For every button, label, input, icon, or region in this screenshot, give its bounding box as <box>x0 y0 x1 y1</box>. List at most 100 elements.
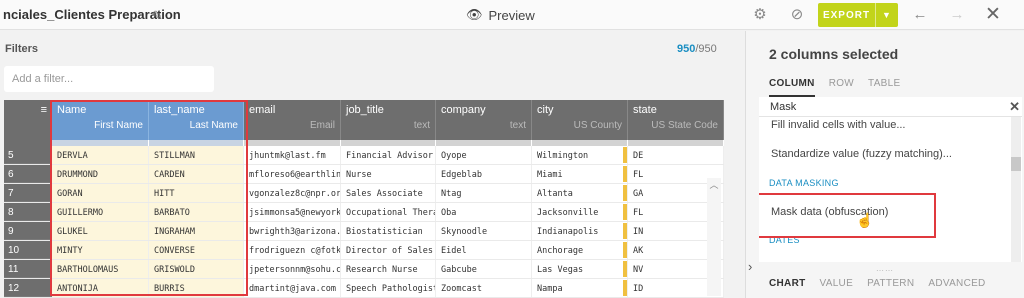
functions-panel: 2 columns selected COLUMN ROW TABLE Mask… <box>745 31 1024 298</box>
column-header[interactable]: company text <box>436 100 532 140</box>
table-cell[interactable]: bwrighth3@arizona.edu <box>244 222 341 240</box>
column-header[interactable]: city US County <box>532 100 628 140</box>
chevron-right-icon[interactable]: › <box>748 259 752 274</box>
row-count-shown: 950 <box>677 43 696 55</box>
row-index[interactable]: 5 <box>4 146 52 164</box>
table-cell[interactable]: Anchorage <box>532 241 628 259</box>
column-type: text <box>413 120 430 131</box>
row-index[interactable]: 10 <box>4 241 52 259</box>
clear-search-icon[interactable]: ✕ <box>1009 99 1020 115</box>
table-cell[interactable]: Nurse <box>341 165 436 183</box>
row-index[interactable]: 12 <box>4 279 52 297</box>
preview-label: Preview <box>488 7 535 23</box>
table-cell[interactable]: jpetersonnm@sohu.com <box>244 260 341 278</box>
table-cell[interactable]: Altanta <box>532 184 628 202</box>
invalid-value-marker <box>623 261 627 277</box>
edit-pencil-icon[interactable]: ✎ <box>152 8 166 23</box>
table-cell[interactable]: Miami <box>532 165 628 183</box>
close-icon[interactable]: ✕ <box>984 5 1002 24</box>
tab-row[interactable]: ROW <box>829 78 854 97</box>
panel-tabs: COLUMN ROW TABLE <box>769 78 900 97</box>
table-cell[interactable]: jhuntmk@last.fm <box>244 146 341 164</box>
export-chevron-down-icon[interactable]: ▼ <box>876 10 898 20</box>
column-header[interactable]: email Email <box>244 100 341 140</box>
table-cell[interactable]: Jacksonville <box>532 203 628 221</box>
table-cell[interactable]: Nampa <box>532 279 628 297</box>
column-header[interactable]: job_title text <box>341 100 436 140</box>
column-header[interactable]: state US State Code <box>628 100 724 140</box>
table-cell[interactable]: DE <box>628 146 724 164</box>
table-cell[interactable]: Research Nurse <box>341 260 436 278</box>
table-cell[interactable]: Skynoodle <box>436 222 532 240</box>
tab-value[interactable]: VALUE <box>820 278 854 289</box>
table-cell[interactable]: Wilmington <box>532 146 628 164</box>
table-cell[interactable]: dmartint@java.com <box>244 279 341 297</box>
row-index[interactable]: 8 <box>4 203 52 221</box>
column-name: company <box>441 104 486 116</box>
lookup-icon[interactable]: ⊘ <box>788 6 806 24</box>
table-cell[interactable]: Indianapolis <box>532 222 628 240</box>
eye-icon: 👁 <box>466 7 483 22</box>
table-cell[interactable]: Gabcube <box>436 260 532 278</box>
function-item-fill-invalid[interactable]: Fill invalid cells with value... <box>771 119 906 131</box>
row-index[interactable]: 6 <box>4 165 52 183</box>
export-button[interactable]: EXPORT ▼ <box>818 3 898 27</box>
table-cell[interactable]: Zoomcast <box>436 279 532 297</box>
add-filter-input[interactable]: Add a filter... <box>4 66 214 92</box>
undo-arrow-icon[interactable]: ← <box>911 6 929 24</box>
column-type: Email <box>309 120 335 131</box>
tab-column[interactable]: COLUMN <box>769 78 815 97</box>
row-index[interactable]: 9 <box>4 222 52 240</box>
tab-chart[interactable]: CHART <box>769 278 806 289</box>
filters-heading: Filters <box>5 43 39 55</box>
row-index[interactable]: 11 <box>4 260 52 278</box>
table-cell[interactable]: Occupational Therapist <box>341 203 436 221</box>
table-cell[interactable]: Ntag <box>436 184 532 202</box>
mask-data-highlight-box <box>759 193 936 238</box>
grid-scrollbar[interactable]: ︿ <box>707 178 721 296</box>
function-search-input[interactable]: Mask ✕ <box>759 97 1022 117</box>
tab-advanced[interactable]: ADVANCED <box>928 278 985 289</box>
invalid-value-marker <box>623 147 627 163</box>
scrollbar-thumb[interactable] <box>1011 157 1021 171</box>
table-cell[interactable]: Financial Advisor <box>341 146 436 164</box>
invalid-value-marker <box>623 185 627 201</box>
function-list-scrollbar[interactable] <box>1011 117 1021 262</box>
preview-toggle[interactable]: 👁 Preview <box>466 7 535 23</box>
table-cell[interactable]: Director of Sales <box>341 241 436 259</box>
table-cell[interactable]: mfloreso6@earthlink.net <box>244 165 341 183</box>
redo-arrow-icon[interactable]: → <box>948 6 966 24</box>
table-cell[interactable]: frodriguezn c@fotki.com <box>244 241 341 259</box>
table-cell[interactable]: Sales Associate <box>341 184 436 202</box>
function-item-standardize[interactable]: Standardize value (fuzzy matching)... <box>771 148 952 160</box>
selection-highlight-box <box>50 100 248 296</box>
row-count: 950/950 <box>677 43 717 55</box>
row-index-header[interactable]: ≡ <box>4 100 52 140</box>
invalid-value-marker <box>623 223 627 239</box>
invalid-value-marker <box>623 280 627 296</box>
menu-icon[interactable]: ≡ <box>41 104 47 116</box>
panel-resize-grip[interactable]: ⋯⋯ <box>876 266 894 275</box>
bottom-tabs: CHART VALUE PATTERN ADVANCED <box>769 278 986 289</box>
table-cell[interactable]: Oba <box>436 203 532 221</box>
column-type: text <box>509 120 526 131</box>
table-cell[interactable]: Eidel <box>436 241 532 259</box>
category-data-masking: DATA MASKING <box>769 178 839 188</box>
export-label: EXPORT <box>822 9 871 21</box>
function-list: Fill invalid cells with value... Standar… <box>759 117 1022 262</box>
row-index[interactable]: 7 <box>4 184 52 202</box>
search-value: Mask <box>770 101 797 113</box>
chevron-up-icon[interactable]: ︿ <box>707 178 721 191</box>
gear-icon[interactable]: ⚙ <box>751 6 769 24</box>
table-cell[interactable]: Oyope <box>436 146 532 164</box>
column-name: city <box>537 104 554 116</box>
mouse-pointer-icon: ☝ <box>856 212 874 228</box>
table-cell[interactable]: Edgeblab <box>436 165 532 183</box>
table-cell[interactable]: Biostatistician <box>341 222 436 240</box>
table-cell[interactable]: Las Vegas <box>532 260 628 278</box>
table-cell[interactable]: vgonzalez8c@npr.org <box>244 184 341 202</box>
table-cell[interactable]: Speech Pathologist <box>341 279 436 297</box>
tab-table[interactable]: TABLE <box>868 78 900 97</box>
tab-pattern[interactable]: PATTERN <box>867 278 914 289</box>
table-cell[interactable]: jsimmonsa5@newyorker.com <box>244 203 341 221</box>
